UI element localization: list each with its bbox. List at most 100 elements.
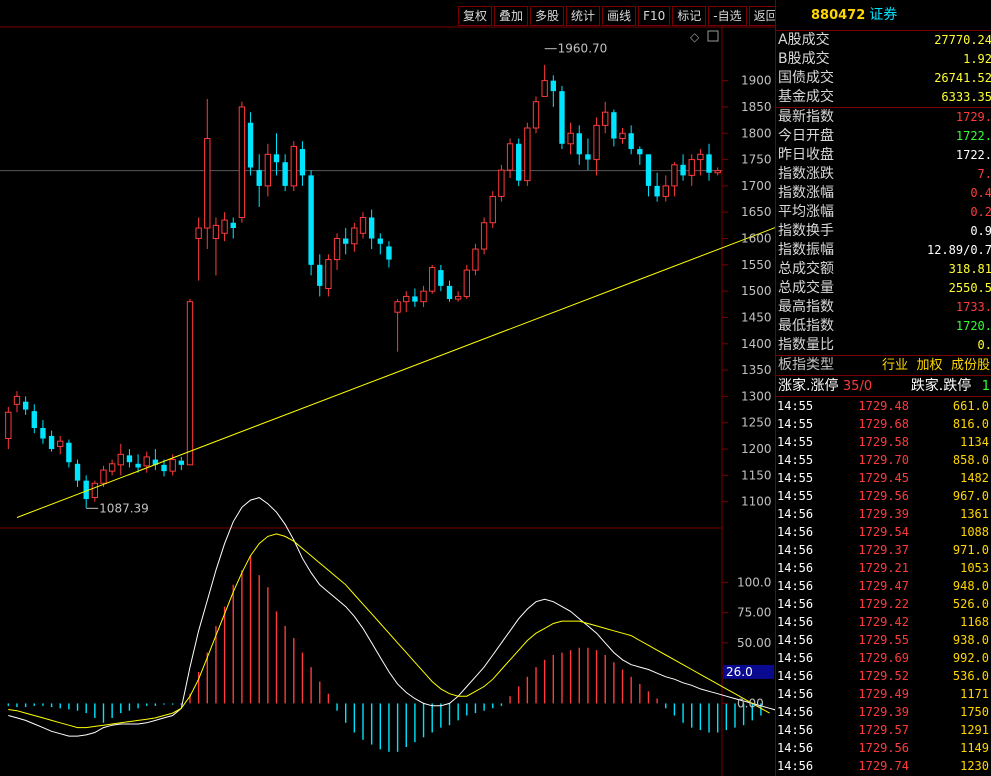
stat-value: 0.9 <box>970 224 991 238</box>
tick-price: 1729.42 <box>858 615 909 629</box>
stat-value: 0.4 <box>970 186 991 200</box>
tick-list[interactable]: 14:55 1729.48 661.0 14:55 1729.68 816.0 14:55 1… <box>776 397 991 775</box>
toolbar-mark-button[interactable]: 标记 <box>672 6 707 26</box>
tick-volume: 938.0 <box>952 633 989 647</box>
candle-body <box>333 238 341 261</box>
type-option-weighted[interactable]: 加权 <box>917 358 943 373</box>
advance-decline-row: 涨家.涨停 35/0 跌家.跌停 1 <box>776 375 991 397</box>
stat-label: A股成交 <box>778 32 830 48</box>
candle-body <box>135 463 141 468</box>
stat-value: 0.2 <box>970 205 991 219</box>
candle-body <box>238 106 246 218</box>
candle-body <box>628 133 634 150</box>
stat-value: 1722. <box>955 129 991 143</box>
stat-value: 27770.24 <box>934 33 991 47</box>
candle-body <box>524 127 531 182</box>
candle-body <box>282 162 288 186</box>
tick-time: 14:56 <box>777 759 814 773</box>
tick-price: 1729.68 <box>858 417 909 431</box>
stat-label: 总成交额 <box>778 261 834 277</box>
candle-body <box>169 459 176 472</box>
stat-row: 总成交额 318.81 <box>776 260 991 279</box>
stat-label: 指数量比 <box>778 337 834 353</box>
toolbar-fuquan-button[interactable]: 复权 <box>458 6 493 26</box>
candle-body <box>230 222 236 228</box>
stat-value: 12.89/0.7 <box>926 243 991 257</box>
type-option-industry[interactable]: 行业 <box>882 358 908 373</box>
chart-toolbar: 复权 叠加 多股 统计 画线 F10 标记 -自选 返回 <box>458 6 785 26</box>
tick-time: 14:55 <box>777 471 814 485</box>
candle-body <box>516 143 522 181</box>
candle-body <box>429 266 436 292</box>
y-tick-label: 1200 <box>741 442 772 456</box>
tick-row: 14:55 1729.45 1482 <box>776 469 991 487</box>
toolbar-multi-stock-button[interactable]: 多股 <box>530 6 565 26</box>
tick-time: 14:55 <box>777 453 814 467</box>
stat-value: 7. <box>977 167 991 181</box>
index-code: 880472 <box>811 8 866 23</box>
macd-line-dea <box>8 533 770 729</box>
candle-body <box>48 435 55 450</box>
tick-price: 1729.55 <box>858 633 909 647</box>
type-option-constituents[interactable]: 成份股 <box>951 358 990 373</box>
toolbar-overlay-button[interactable]: 叠加 <box>494 6 529 26</box>
stat-label: 最低指数 <box>778 318 834 334</box>
kline-chart[interactable]: 1960.701087.39 1100115012001250130013501… <box>0 0 775 776</box>
index-name: 证券 <box>869 7 898 23</box>
candle-body <box>290 145 297 187</box>
tick-time: 14:56 <box>777 651 814 665</box>
tick-volume: 1750 <box>960 705 989 719</box>
tick-time: 14:56 <box>777 669 814 683</box>
candle-body <box>386 246 392 260</box>
advancers-label: 涨家.涨停 <box>778 378 839 394</box>
stats-list: A股成交 27770.24 B股成交 1.92 国债成交 26741.52 基金成交 6333… <box>776 31 991 355</box>
candle-body <box>602 111 609 126</box>
candle-body <box>195 227 202 240</box>
tick-row: 14:56 1729.21 1053 <box>776 559 991 577</box>
toolbar-f10-button[interactable]: F10 <box>638 6 671 26</box>
candle-body <box>264 153 272 187</box>
tick-volume: 967.0 <box>952 489 989 503</box>
y-tick-label: 1650 <box>741 205 772 219</box>
tick-time: 14:56 <box>777 633 814 647</box>
tick-time: 14:56 <box>777 507 814 521</box>
tick-row: 14:56 1729.39 1361 <box>776 505 991 523</box>
candle-body <box>359 216 367 234</box>
tick-volume: 858.0 <box>952 453 989 467</box>
stat-row: 平均涨幅 0.2 <box>776 203 991 222</box>
y-tick-label: 1250 <box>741 416 772 430</box>
candle-body <box>559 91 565 144</box>
candle-body <box>662 185 669 197</box>
candle-body <box>108 463 116 472</box>
tick-row: 14:56 1729.55 938.0 <box>776 631 991 649</box>
tick-time: 14:56 <box>777 597 814 611</box>
stat-value: 0. <box>977 338 991 352</box>
quote-panel: 880472 证券 A股成交 27770.24 B股成交 1.92 国债成交 26741.5… <box>775 0 991 776</box>
tick-volume: 1149 <box>960 741 989 755</box>
stat-label: 昨日收盘 <box>778 147 834 163</box>
toolbar-draw-line-button[interactable]: 画线 <box>602 6 637 26</box>
tick-time: 14:56 <box>777 723 814 737</box>
tick-price: 1729.45 <box>858 471 909 485</box>
stat-label: 平均涨幅 <box>778 204 834 220</box>
tick-volume: 1053 <box>960 561 989 575</box>
stat-value: 1729. <box>955 110 991 124</box>
tick-volume: 1230 <box>960 759 989 773</box>
tick-price: 1729.70 <box>858 453 909 467</box>
toolbar-stats-button[interactable]: 统计 <box>566 6 601 26</box>
candle-body <box>377 238 383 244</box>
candle-body <box>611 112 617 139</box>
candle-body <box>489 195 496 224</box>
tick-row: 14:56 1729.49 1171 <box>776 685 991 703</box>
advancers-value: 35/0 <box>842 379 873 394</box>
tick-price: 1729.56 <box>858 741 909 755</box>
stat-row: A股成交 27770.24 <box>776 31 991 50</box>
candle-body <box>212 224 220 240</box>
tick-row: 14:56 1729.54 1088 <box>776 523 991 541</box>
toolbar-watchlist-remove-button[interactable]: -自选 <box>708 6 747 26</box>
panel-header: 880472 证券 <box>776 0 991 31</box>
candle-body <box>593 124 600 161</box>
y-tick-label: 1500 <box>741 284 772 298</box>
candle-body <box>412 296 418 302</box>
index-type-label: 板指类型 <box>778 357 834 373</box>
